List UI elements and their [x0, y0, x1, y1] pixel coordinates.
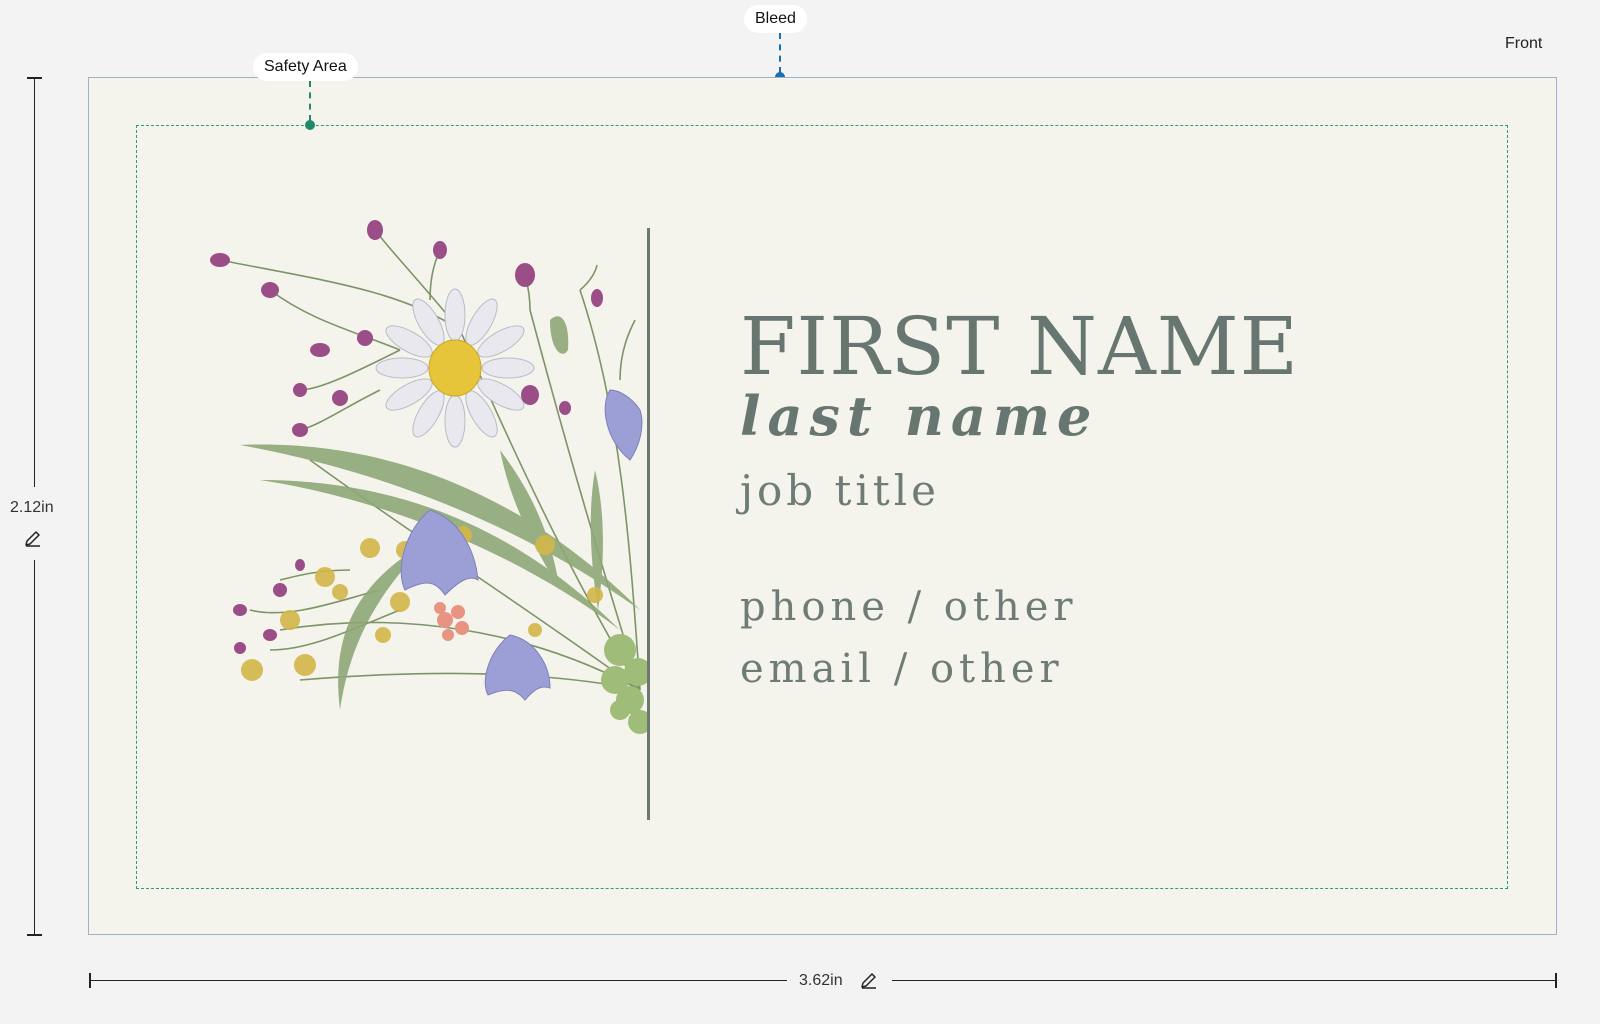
job-title-text[interactable]: job title — [740, 466, 940, 515]
safety-area-label: Safety Area — [253, 53, 358, 81]
height-dimension-line-top — [34, 77, 35, 487]
pencil-icon[interactable] — [23, 528, 43, 548]
width-dimension-line-left — [89, 980, 787, 981]
vertical-divider — [647, 228, 650, 820]
height-dimension-bottom-tick — [27, 934, 42, 936]
height-dimension-value: 2.12in — [10, 499, 54, 516]
pencil-icon[interactable] — [859, 970, 879, 990]
bleed-label: Bleed — [744, 5, 807, 33]
email-text[interactable]: email / other — [740, 646, 1064, 692]
safety-area-marker-dot — [305, 120, 315, 130]
width-dimension-right-tick — [1555, 973, 1557, 988]
wildflower-bouquet-illustration[interactable] — [200, 210, 650, 750]
phone-text[interactable]: phone / other — [740, 584, 1078, 630]
last-name-text[interactable]: last name — [740, 384, 1098, 448]
side-label-front: Front — [1505, 35, 1543, 52]
safety-area-connector — [309, 81, 311, 121]
width-dimension-line-right — [892, 980, 1556, 981]
bleed-connector — [779, 33, 781, 73]
first-name-text[interactable]: FIRST NAME — [740, 300, 1299, 393]
height-dimension-line-bottom — [34, 560, 35, 935]
width-dimension-value: 3.62in — [799, 972, 843, 989]
